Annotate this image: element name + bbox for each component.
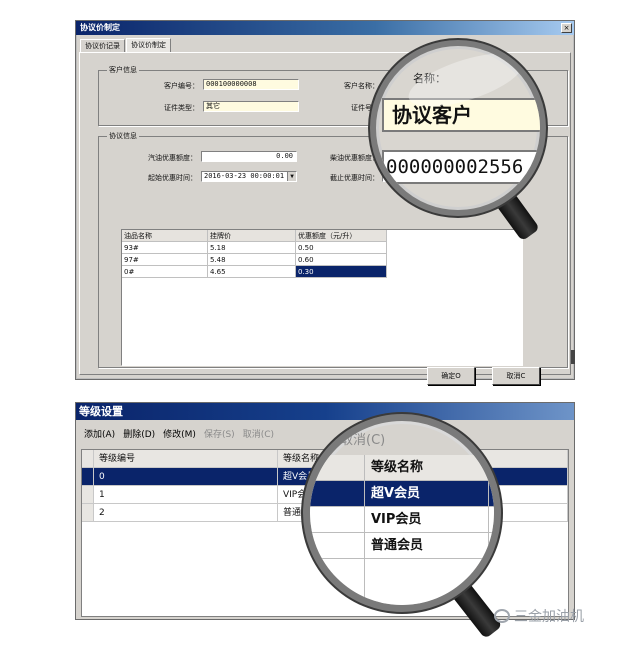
tab-strip: 协议价记录 协议价制定 <box>80 38 172 52</box>
row-indicator <box>82 450 94 468</box>
table-cell: 2 <box>94 504 278 522</box>
save-button[interactable]: 保存(S) <box>204 427 235 440</box>
watermark-text: 三金加油机 <box>514 609 584 625</box>
gas-discount-field[interactable]: 0.00 <box>201 151 297 162</box>
lens-grid-line <box>364 455 365 605</box>
table-cell: 5.18 <box>208 242 296 254</box>
lens-row: VIP会员 <box>310 507 494 533</box>
lens-id-number-field: 000000002556 <box>382 150 540 184</box>
column-header: 挂牌价 <box>208 230 296 242</box>
close-icon[interactable]: × <box>561 23 572 33</box>
table-cell-selected[interactable]: 0.30 <box>296 266 387 278</box>
lens-header-row: 等级名称 <box>310 455 494 481</box>
table-row[interactable]: 0# 4.65 0.30 <box>122 266 387 278</box>
lens-cell: 超V会员 <box>371 486 421 501</box>
lens-row: 超V会员 <box>310 481 494 507</box>
table-cell[interactable]: 0.60 <box>296 254 387 266</box>
lens-toolbar-text: 取消(C) <box>340 433 386 448</box>
id-type-label: 证件类型： <box>164 104 199 112</box>
column-header: 油品名称 <box>122 230 208 242</box>
lens-cell: 普通会员 <box>371 538 424 553</box>
column-header: 等级编号 <box>94 450 278 468</box>
table-cell: 4.65 <box>208 266 296 278</box>
table-cell: 97# <box>122 254 208 266</box>
table-cell: 93# <box>122 242 208 254</box>
id-type-field[interactable]: 其它 <box>203 101 299 112</box>
id-no-label: 证件号： <box>351 104 379 112</box>
lens-header-cell: 等级名称 <box>371 460 424 475</box>
lens-grid: 等级名称 超V会员 VIP会员 普通会员 <box>310 455 494 605</box>
toolbar: 添加(A) 删除(D) 修改(M) 保存(S) 取消(C) <box>76 422 574 444</box>
table-cell: 0# <box>122 266 208 278</box>
cancel-button[interactable]: 取消(C) <box>243 427 274 440</box>
start-time-value: 2016-03-23 00:00:01 <box>204 172 285 180</box>
window-title-bar: 协议价制定 <box>76 21 574 35</box>
end-time-label: 截止优惠时间： <box>330 174 379 182</box>
customer-name-label: 客户名称： <box>344 82 379 90</box>
window-title: 协议价制定 <box>80 23 120 32</box>
table-cell: 0 <box>94 468 278 486</box>
modify-button[interactable]: 修改(M) <box>163 427 196 440</box>
lens-customer-name-field: 协议客户 <box>382 98 540 132</box>
start-time-picker[interactable]: 2016-03-23 00:00:01 ▼ <box>201 171 297 182</box>
lens-cell: VIP会员 <box>371 512 422 527</box>
fuel-discount-table: 油品名称 挂牌价 优惠额度（元/升） 93# 5.18 0.50 97# 5.4… <box>121 229 523 366</box>
row-indicator <box>82 468 94 486</box>
customer-info-title: 客户信息 <box>107 65 139 75</box>
column-header: 优惠额度（元/升） <box>296 230 387 242</box>
start-time-label: 起始优惠时间： <box>148 174 197 182</box>
magnifier-lens-customer: 名称： 协议客户 000000002556 <box>370 40 546 216</box>
gas-discount-label: 汽油优惠额度： <box>148 154 197 162</box>
row-indicator <box>82 486 94 504</box>
watermark: 三金加油机 <box>494 606 584 626</box>
table-cell: 1 <box>94 486 278 504</box>
customer-no-field[interactable]: 000100000008 <box>203 79 299 90</box>
edge-marker <box>571 350 575 364</box>
cancel-button[interactable]: 取消C <box>492 367 540 385</box>
delete-button[interactable]: 删除(D) <box>123 427 155 440</box>
customer-no-label: 客户编号： <box>164 82 199 90</box>
tab-agreement-setup[interactable]: 协议价制定 <box>126 38 171 52</box>
table-header-row: 油品名称 挂牌价 优惠额度（元/升） <box>122 230 387 242</box>
table-cell: 5.48 <box>208 254 296 266</box>
magnifier-lens-levels: 取消(C) 等级名称 超V会员 VIP会员 普通会员 <box>303 414 501 612</box>
ok-button[interactable]: 确定O <box>427 367 475 385</box>
add-button[interactable]: 添加(A) <box>84 427 115 440</box>
window-title: 等级设置 <box>79 405 123 418</box>
agreement-info-title: 协议信息 <box>107 131 139 141</box>
table-cell[interactable]: 0.50 <box>296 242 387 254</box>
lens-row: 普通会员 <box>310 533 494 559</box>
tab-agreement-records[interactable]: 协议价记录 <box>80 39 125 52</box>
wechat-icon <box>494 609 510 623</box>
window-title-bar: 等级设置 <box>76 403 574 420</box>
row-indicator <box>82 504 94 522</box>
lens-grid-line <box>488 455 489 605</box>
table-row[interactable]: 93# 5.18 0.50 <box>122 242 387 254</box>
diesel-discount-label: 柴油优惠额度： <box>330 154 379 162</box>
table-row[interactable]: 97# 5.48 0.60 <box>122 254 387 266</box>
